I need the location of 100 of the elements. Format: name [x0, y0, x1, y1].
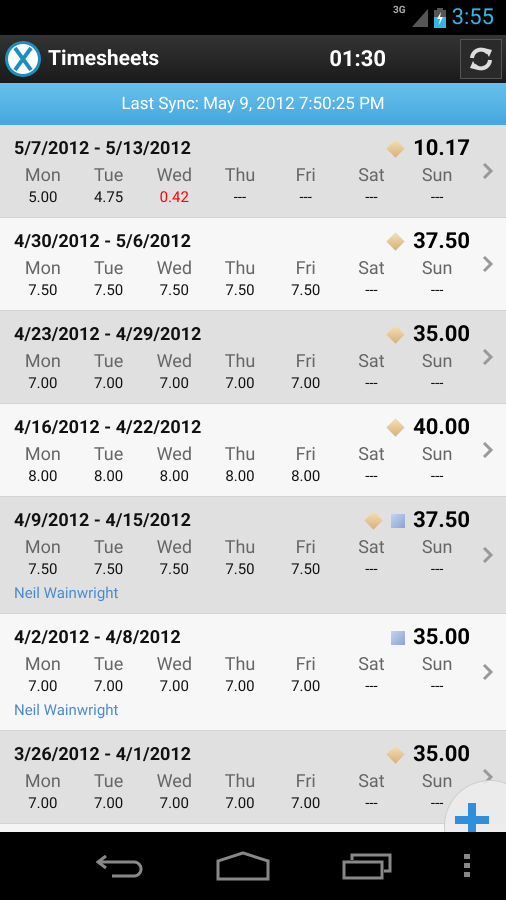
clock: 3:55 [452, 5, 494, 30]
day-label: Tue [94, 654, 124, 675]
day-label: Wed [156, 654, 192, 675]
timer: 01:30 [329, 46, 386, 72]
plus-icon [455, 803, 489, 832]
day-label: Mon [24, 654, 61, 675]
timesheet-row[interactable]: 3/26/2012 - 4/1/2012 35.00 Mon 7.00 Tue 7.00 Wed 7.00 Thu 7.00 Fri 7.00 Sat --- Sun --- [0, 731, 506, 824]
day-hours: --- [365, 281, 378, 299]
day-hours: 7.50 [225, 281, 255, 299]
week-range: 4/16/2012 - 4/22/2012 [14, 417, 202, 438]
day-label: Wed [156, 537, 192, 558]
day-label: Thu [224, 444, 256, 465]
day-hours: --- [430, 560, 444, 578]
day-label: Sat [358, 258, 385, 279]
day-label: Sun [422, 258, 452, 279]
day-hours: --- [430, 677, 444, 695]
day-label: Fri [296, 258, 316, 279]
day-label: Thu [224, 537, 256, 558]
day-label: Tue [94, 351, 124, 372]
day-label: Thu [224, 258, 256, 279]
network-type: 3G [393, 5, 406, 16]
day-hours: 7.00 [28, 374, 58, 392]
day-label: Tue [94, 444, 124, 465]
day-hours: 7.00 [160, 794, 189, 812]
timesheet-row[interactable]: 4/9/2012 - 4/15/2012 37.50 Mon 7.50 Tue 7.50 Wed 7.50 Thu 7.50 Fri 7.50 Sat --- Sun --- Neil Wainwright [0, 497, 506, 614]
day-label: Sat [358, 165, 385, 186]
day-hours: --- [365, 677, 378, 695]
day-label: Fri [296, 654, 316, 675]
recent-apps-icon[interactable] [342, 852, 392, 880]
week-range: 4/30/2012 - 5/6/2012 [14, 231, 192, 252]
day-hours: 7.50 [94, 560, 124, 578]
chevron-icon [482, 256, 494, 272]
day-label: Thu [224, 165, 256, 186]
day-hours: 7.50 [225, 560, 255, 578]
day-label: Wed [156, 258, 192, 279]
app-logo [4, 40, 42, 78]
app-title: Timesheets [48, 47, 160, 71]
day-label: Tue [94, 537, 124, 558]
day-label: Sun [422, 654, 452, 675]
day-hours: --- [430, 794, 444, 812]
day-label: Sat [358, 654, 385, 675]
day-label: Sun [422, 537, 452, 558]
day-hours: --- [430, 467, 444, 485]
week-total: 37.50 [413, 508, 470, 533]
week-total: 35.00 [413, 625, 470, 650]
day-label: Mon [24, 165, 61, 186]
day-label: Tue [94, 771, 124, 792]
day-hours: --- [365, 560, 378, 578]
day-hours: 8.00 [160, 467, 189, 485]
day-hours: 7.50 [291, 281, 320, 299]
day-hours: --- [365, 188, 378, 206]
timesheet-row[interactable]: 4/23/2012 - 4/29/2012 35.00 Mon 7.00 Tue 7.00 Wed 7.00 Thu 7.00 Fri 7.00 Sat --- Sun --- [0, 311, 506, 404]
day-hours: 7.00 [225, 794, 255, 812]
day-label: Thu [224, 771, 256, 792]
day-label: Sat [358, 537, 385, 558]
day-hours: 7.50 [28, 281, 58, 299]
day-label: Sun [422, 351, 452, 372]
day-hours: 7.00 [160, 374, 189, 392]
week-range: 4/9/2012 - 4/15/2012 [14, 510, 192, 531]
day-hours: --- [430, 188, 444, 206]
chevron-icon [482, 163, 494, 179]
day-label: Sun [422, 771, 452, 792]
menu-icon[interactable] [464, 854, 470, 878]
day-hours: --- [365, 467, 378, 485]
day-label: Fri [296, 444, 316, 465]
week-total: 35.00 [413, 322, 470, 347]
day-hours: 7.50 [160, 281, 189, 299]
timesheet-row[interactable]: 5/7/2012 - 5/13/2012 10.17 Mon 5.00 Tue 4.75 Wed 0.42 Thu --- Fri --- Sat --- Sun --- [0, 125, 506, 218]
back-icon[interactable] [96, 852, 144, 880]
week-total: 10.17 [413, 136, 470, 161]
person-name: Neil Wainwright [13, 701, 120, 719]
day-label: Wed [156, 351, 192, 372]
day-hours: 7.00 [225, 374, 255, 392]
day-label: Wed [156, 771, 192, 792]
day-hours: 0.42 [160, 188, 189, 206]
day-hours: 7.00 [28, 677, 58, 695]
day-hours: --- [365, 794, 378, 812]
day-hours: 7.00 [94, 677, 124, 695]
chevron-icon [482, 547, 494, 563]
day-label: Fri [296, 165, 316, 186]
day-hours: 7.00 [291, 374, 320, 392]
day-hours: 8.00 [28, 467, 58, 485]
sync-banner: Last Sync: May 9, 2012 7:50:25 PM [0, 83, 506, 125]
chevron-icon [482, 664, 494, 680]
day-label: Wed [156, 165, 192, 186]
refresh-button[interactable] [460, 39, 502, 79]
day-label: Fri [296, 771, 316, 792]
day-hours: 4.75 [94, 188, 124, 206]
day-hours: 7.00 [225, 677, 255, 695]
home-icon[interactable] [216, 851, 270, 881]
day-label: Mon [24, 351, 61, 372]
day-label: Wed [156, 444, 192, 465]
week-range: 3/26/2012 - 4/1/2012 [14, 744, 192, 765]
day-hours: 8.00 [225, 467, 255, 485]
week-range: 4/23/2012 - 4/29/2012 [14, 324, 202, 345]
day-hours: 8.00 [291, 467, 320, 485]
day-label: Mon [24, 537, 61, 558]
day-label: Sat [358, 444, 385, 465]
day-label: Fri [296, 537, 316, 558]
day-hours: 7.50 [160, 560, 189, 578]
